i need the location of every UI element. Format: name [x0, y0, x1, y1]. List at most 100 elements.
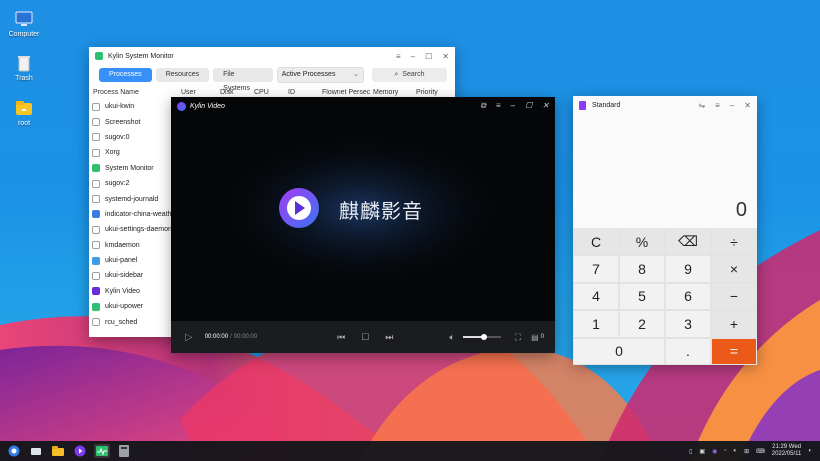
key-backspace[interactable]: ⌫	[665, 228, 711, 256]
kylin-video-window: Kylin Video ⧉ ≡ – ☐ ✕ 麒麟影音 ▷ 00:00:00 / …	[171, 97, 555, 353]
volume-slider[interactable]	[462, 334, 501, 340]
fullscreen-icon[interactable]: ⛶	[515, 332, 521, 343]
key-8[interactable]: 8	[619, 255, 665, 283]
desktop-icon-label: Computer	[8, 31, 40, 38]
key-decimal[interactable]: .	[665, 337, 711, 365]
desktop-icon-label: root	[17, 120, 31, 127]
taskbar-calculator[interactable]	[116, 444, 132, 458]
video-controls-bar: ▷ 00:00:00 / 00:00:00 ⏮ ☐ ⏭ 🔈︎ ⛶ ▤ 0	[171, 321, 555, 353]
process-name: indicator-china-weathe	[105, 210, 176, 218]
start-menu-button[interactable]	[6, 444, 22, 458]
key-4[interactable]: 4	[573, 282, 619, 311]
column-cpu[interactable]: CPU	[254, 89, 288, 96]
calculator-keypad: C% ⌫ ÷ 7 8 9 × 4 5 6− 1 2 3 +0. =	[573, 228, 757, 365]
key-equals[interactable]: =	[711, 337, 757, 365]
key-add[interactable]: +	[711, 310, 757, 338]
key-3[interactable]: 3	[665, 310, 711, 338]
desktop-icon-computer[interactable]: Computer	[2, 10, 46, 38]
next-icon[interactable]: ⏭	[385, 332, 393, 343]
taskbar-system-monitor[interactable]	[94, 444, 110, 458]
desktop-icon-trash[interactable]: Trash	[2, 54, 46, 82]
sysmon-titlebar[interactable]: Kylin System Monitor ≡ – ☐ ✕	[89, 47, 455, 65]
taskbar-file-manager[interactable]	[50, 444, 66, 458]
process-name: Screenshot	[105, 118, 141, 126]
key-divide[interactable]: ÷	[711, 228, 757, 256]
column-flownet-persec[interactable]: Flownet Persec	[322, 89, 373, 96]
network-icon[interactable]: ⊞	[744, 448, 749, 455]
menu-icon[interactable]: ≡	[715, 101, 720, 110]
key-5[interactable]: 5	[619, 282, 665, 311]
kylin-tray-icon[interactable]: ◉	[712, 448, 717, 455]
multitask-view-button[interactable]	[28, 444, 44, 458]
system-monitor-icon	[96, 446, 108, 456]
minimize-icon[interactable]: –	[411, 52, 415, 61]
process-icon	[92, 102, 100, 111]
desktop-icon-label: Trash	[15, 75, 33, 82]
key-percent[interactable]: %	[619, 228, 665, 256]
calculator-icon	[119, 445, 129, 457]
column-user[interactable]: User	[181, 89, 220, 96]
tab-file-systems[interactable]: File Systems	[213, 68, 273, 92]
close-icon[interactable]: ✕	[442, 52, 449, 61]
process-icon	[92, 118, 100, 127]
column-disk[interactable]: Disk	[220, 89, 254, 96]
search-field[interactable]: ⌕ Search	[371, 68, 447, 82]
system-monitor-app-icon	[95, 52, 103, 60]
key-1[interactable]: 1	[573, 310, 619, 338]
column-priority[interactable]: Priority	[416, 89, 450, 96]
mini-mode-icon[interactable]: ⧉	[480, 101, 486, 111]
previous-icon[interactable]: ⏮	[337, 332, 345, 343]
minimize-icon[interactable]: –	[511, 101, 515, 111]
key-7[interactable]: 7	[573, 255, 619, 283]
input-method-icon[interactable]: ⌨︎	[756, 448, 765, 455]
screenshot-icon[interactable]: ▣	[699, 448, 705, 455]
minimize-icon[interactable]: –	[730, 101, 734, 110]
menu-icon[interactable]: ≡	[496, 101, 501, 111]
video-logo-text: 麒麟影音	[339, 199, 423, 223]
key-subtract[interactable]: −	[711, 282, 757, 311]
playlist-icon[interactable]: ▤	[531, 333, 539, 342]
key-multiply[interactable]: ×	[711, 255, 757, 283]
menu-icon[interactable]: ≡	[396, 52, 401, 61]
play-icon[interactable]: ▷	[185, 332, 193, 343]
stop-icon[interactable]: ☐	[361, 332, 369, 343]
close-icon[interactable]: ✕	[744, 101, 751, 110]
column-id[interactable]: ID	[288, 89, 322, 96]
taskbar-kylin-video[interactable]	[72, 444, 88, 458]
process-filter-select[interactable]: Active Processes ⌄	[276, 67, 364, 83]
clock-date: 2022/05/11	[771, 451, 802, 457]
video-titlebar[interactable]: Kylin Video ⧉ ≡ – ☐ ✕	[171, 97, 555, 115]
taskbar-clock[interactable]: 21:29 Wed 2022/05/11	[772, 444, 802, 458]
key-9[interactable]: 9	[665, 255, 711, 283]
sidebar-toggle-icon[interactable]: ◐	[808, 448, 812, 454]
clipboard-icon[interactable]: ▯	[689, 448, 692, 455]
close-icon[interactable]: ✕	[542, 101, 549, 111]
tab-processes[interactable]: Processes	[99, 68, 152, 82]
process-name: kmdaemon	[105, 241, 140, 249]
calculator-titlebar[interactable]: Standard ⇋ ≡ – ✕	[573, 96, 757, 114]
convert-icon[interactable]: ⇋	[698, 101, 705, 110]
sysmon-toolbar: Processes Resources File Systems Active …	[89, 65, 455, 92]
key-6[interactable]: 6	[665, 282, 711, 311]
tab-resources[interactable]: Resources	[155, 68, 210, 82]
desktop-icon-root[interactable]: root	[2, 99, 46, 127]
key-0[interactable]: 0	[573, 337, 665, 365]
volume-icon[interactable]: 🔈︎	[449, 332, 454, 343]
column-process-name[interactable]: Process Name	[93, 89, 181, 96]
process-icon	[92, 318, 100, 327]
volume-icon[interactable]: 🔈︎	[733, 448, 737, 455]
key-2[interactable]: 2	[619, 310, 665, 338]
column-memory[interactable]: Memory	[373, 89, 416, 96]
maximize-icon[interactable]: ☐	[425, 52, 432, 61]
search-icon: ⌕	[394, 71, 399, 78]
key-clear[interactable]: C	[573, 228, 619, 256]
process-name: ukui-upower	[105, 303, 144, 311]
volume-slider-handle[interactable]	[480, 334, 487, 340]
calculator-display: 0	[573, 114, 757, 228]
notification-icon[interactable]: ▫	[724, 448, 726, 454]
maximize-icon[interactable]: ☐	[525, 101, 532, 111]
process-name: rcu_sched	[105, 318, 138, 326]
kylin-video-logo-icon	[279, 188, 319, 228]
time-total: 00:00:00	[233, 334, 258, 340]
chevron-down-icon: ⌄	[353, 71, 359, 78]
